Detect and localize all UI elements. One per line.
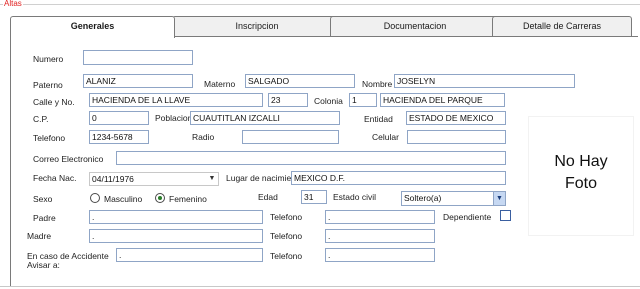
accidente-label-line2: Avisar a:: [27, 260, 60, 270]
nombre-field[interactable]: JOSELYN: [394, 74, 575, 88]
tab-strip: Generales Inscripcion Documentacion Deta…: [10, 16, 640, 38]
tab-generales[interactable]: Generales: [10, 16, 175, 38]
accidente-telefono-label: Telefono: [270, 251, 303, 261]
calle-field[interactable]: HACIENDA DE LA LLAVE: [89, 93, 263, 107]
poblacion-label: Poblacion: [155, 113, 193, 123]
telefono-field[interactable]: 1234-5678: [89, 130, 149, 144]
edad-label: Edad: [258, 192, 278, 202]
group-legend: Altas: [3, 0, 23, 8]
accidente-field[interactable]: .: [116, 248, 263, 262]
sexo-masculino-radio[interactable]: [90, 193, 100, 203]
numero-field[interactable]: [83, 50, 193, 65]
estado-civil-label: Estado civil: [333, 192, 376, 202]
telefono-label: Telefono: [33, 133, 66, 143]
estado-civil-select[interactable]: Soltero(a) ▼: [401, 191, 506, 206]
sexo-femenino-radio[interactable]: [155, 193, 165, 203]
padre-telefono-label: Telefono: [270, 212, 303, 222]
radio-field[interactable]: [242, 130, 339, 144]
sexo-label: Sexo: [33, 194, 53, 204]
sexo-femenino-label: Femenino: [169, 194, 207, 204]
colonia-number-field[interactable]: 1: [349, 93, 377, 107]
lugar-nac-field[interactable]: MEXICO D.F.: [291, 171, 506, 185]
poblacion-field[interactable]: CUAUTITLAN IZCALLI: [190, 111, 340, 125]
fecha-nac-picker[interactable]: 04/11/1976 ▼: [89, 172, 219, 186]
colonia-label: Colonia: [314, 96, 343, 106]
colonia-field[interactable]: HACIENDA DEL PARQUE: [380, 93, 505, 107]
radio-label: Radio: [192, 132, 215, 142]
calendar-dropdown-icon[interactable]: ▼: [206, 173, 218, 185]
tab-documentacion[interactable]: Documentacion: [330, 16, 500, 37]
correo-field[interactable]: [116, 151, 506, 165]
chevron-down-icon[interactable]: ▼: [493, 192, 505, 205]
tab-inscripcion[interactable]: Inscripcion: [172, 16, 342, 37]
entidad-field[interactable]: ESTADO DE MEXICO: [406, 111, 506, 125]
sexo-masculino-label: Masculino: [104, 194, 143, 204]
dependiente-label: Dependiente: [443, 212, 492, 222]
padre-field[interactable]: .: [89, 210, 263, 224]
estado-civil-value: Soltero(a): [404, 193, 442, 203]
numero-label: Numero: [33, 54, 64, 64]
cp-field[interactable]: 0: [89, 111, 149, 125]
calle-numero-field[interactable]: 23: [268, 93, 308, 107]
celular-label: Celular: [372, 132, 399, 142]
accidente-telefono-field[interactable]: .: [325, 248, 435, 262]
celular-field[interactable]: [407, 130, 506, 144]
edad-field[interactable]: 31: [301, 190, 327, 204]
padre-telefono-field[interactable]: .: [325, 210, 435, 224]
fecha-nac-label: Fecha Nac.: [33, 173, 77, 183]
fecha-nac-value: 04/11/1976: [92, 174, 134, 184]
cp-label: C.P.: [33, 114, 49, 124]
madre-label: Madre: [27, 231, 52, 241]
photo-placeholder: No Hay Foto: [528, 116, 634, 236]
correo-label: Correo Electronico: [33, 154, 104, 164]
photo-line2: Foto: [564, 175, 597, 192]
materno-label: Materno: [204, 79, 236, 89]
calle-label: Calle y No.: [33, 97, 75, 107]
group-border: [0, 4, 640, 5]
nombre-label: Nombre: [362, 79, 393, 89]
madre-telefono-field[interactable]: .: [325, 229, 435, 243]
madre-telefono-label: Telefono: [270, 231, 303, 241]
bottom-border: [0, 286, 640, 287]
photo-line1: No Hay: [554, 153, 608, 170]
paterno-field[interactable]: ALANIZ: [83, 74, 193, 88]
padre-label: Padre: [33, 213, 56, 223]
tab-detalle-carreras[interactable]: Detalle de Carreras: [492, 16, 632, 37]
entidad-label: Entidad: [364, 114, 393, 124]
madre-field[interactable]: .: [89, 229, 263, 243]
materno-field[interactable]: SALGADO: [245, 74, 355, 88]
paterno-label: Paterno: [33, 80, 63, 90]
dependiente-checkbox[interactable]: [500, 210, 511, 221]
